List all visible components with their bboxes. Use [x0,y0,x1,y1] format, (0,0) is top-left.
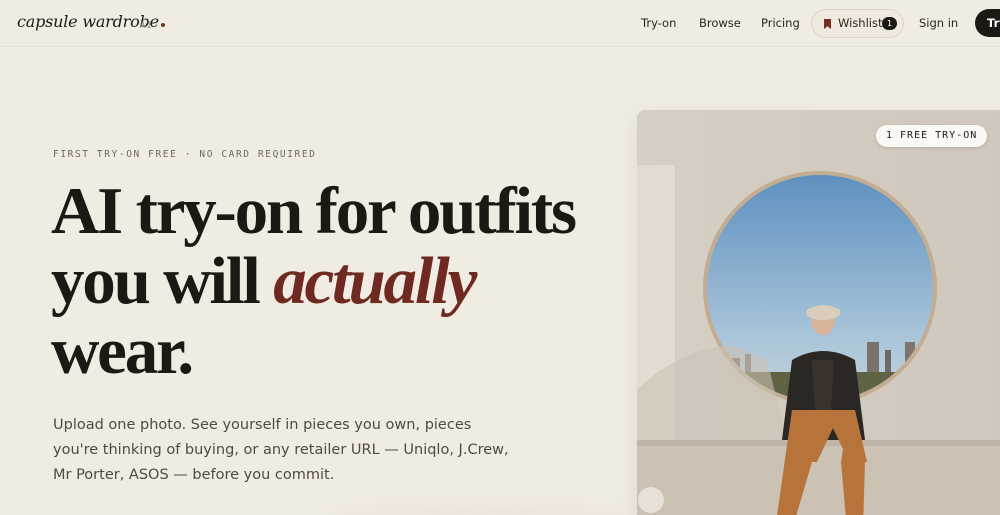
hero-photo-illustration [637,110,1000,515]
nav-link-try-on[interactable]: Try-on [641,16,676,30]
headline-line-1: AI try-on for outfits [51,174,577,248]
nav-link-pricing[interactable]: Pricing [761,16,800,30]
bookmark-icon [824,19,831,29]
brand-suffix: AI [140,21,153,31]
sign-in-link[interactable]: Sign in [919,16,958,30]
free-try-on-badge: 1 FREE TRY-ON [876,125,988,147]
hero-subtext: Upload one photo. See yourself in pieces… [53,417,509,483]
hero-eyebrow: FIRST TRY-ON FREE · NO CARD REQUIRED [53,149,317,160]
headline-line-3: wear. [51,314,194,388]
headline-line-2: you will actually [51,246,611,316]
headline-line-2-prefix: you will [51,244,274,318]
wishlist-label: Wishlist [838,16,883,30]
logo-dot [160,23,165,27]
nav-link-browse[interactable]: Browse [699,16,741,30]
hero-photo [637,110,1000,515]
headline-emphasis: actually [273,244,477,318]
try-cta-button[interactable]: Try [975,9,1000,37]
brand-logo-text: capsule wardrobe [17,12,159,31]
hero-headline: AI try-on for outfits you will actually … [51,176,611,386]
wishlist-button[interactable]: Wishlist 1 [811,9,904,38]
wishlist-count-badge: 1 [882,17,897,30]
top-nav: capsule wardrobe AI Try-on Browse Pricin… [0,0,1000,47]
bottom-shadow [330,505,630,515]
